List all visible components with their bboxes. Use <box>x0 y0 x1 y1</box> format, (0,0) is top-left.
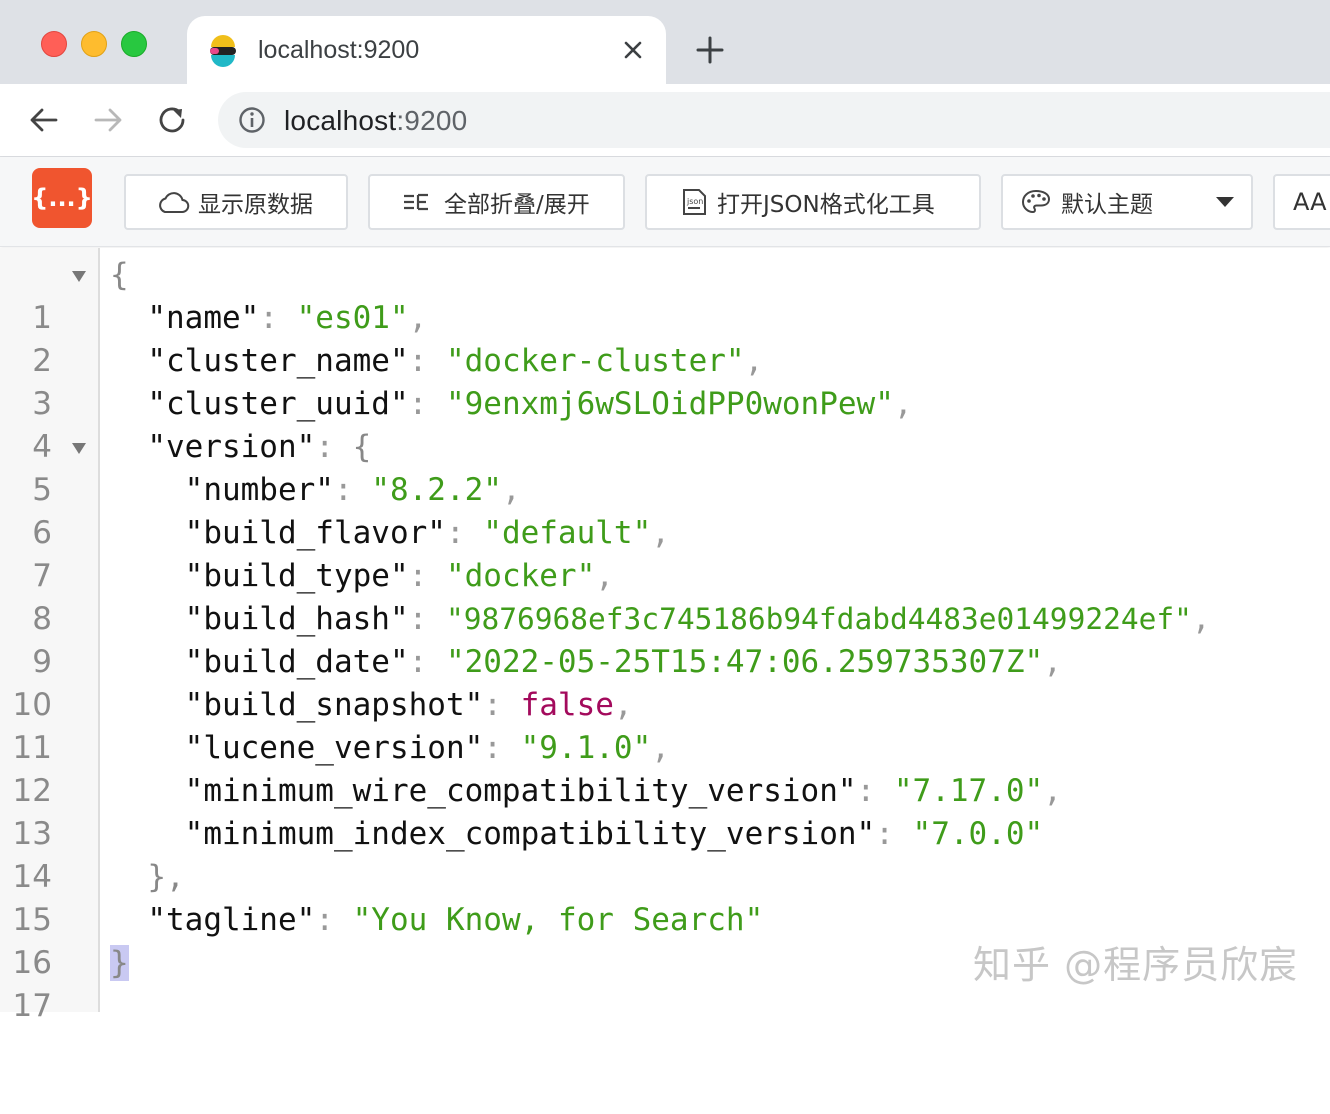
line-number: 17 <box>12 988 52 1024</box>
json-key: "build_flavor" <box>184 515 446 551</box>
watermark: 知乎 @程序员欣宸 <box>973 943 1299 987</box>
code-line: 5 "version": { <box>0 426 1330 508</box>
window-close-button[interactable] <box>41 31 67 57</box>
close-brace: }, <box>147 859 185 895</box>
tab-title: localhost:9200 <box>258 36 420 64</box>
json-code-view: 1 { 2 "name": "es01", 3 "cluster_name": … <box>0 248 1330 1024</box>
font-size-button[interactable]: AA <box>1273 174 1330 230</box>
json-viewer-logo[interactable]: {...} <box>31 168 93 228</box>
show-raw-label: 显示原数据 <box>198 192 313 218</box>
json-string: "9enxmj6wSLOidPP0wonPew" <box>445 386 894 422</box>
code-line: 1 { <box>0 254 1330 336</box>
info-icon[interactable] <box>238 106 266 134</box>
collapse-expand-label: 全部折叠/展开 <box>444 192 590 218</box>
json-string: "docker-cluster" <box>445 343 745 379</box>
json-key: "name" <box>147 300 260 336</box>
window-minimize-button[interactable] <box>81 31 107 57</box>
url-host: localhost <box>284 105 397 136</box>
font-size-icon: AA <box>1293 188 1327 216</box>
palette-icon <box>1021 189 1051 214</box>
json-string: "7.0.0" <box>912 816 1044 852</box>
json-string: "es01" <box>296 300 409 336</box>
code-line: 8 "build_type": "docker", <box>0 555 1330 637</box>
close-brace: } <box>110 945 129 981</box>
url-port: :9200 <box>396 105 468 136</box>
json-key: "lucene_version" <box>184 730 484 766</box>
code-line: 9 "build_hash": "9876968ef3c745186b94fda… <box>0 598 1330 680</box>
json-boolean: false <box>520 687 614 723</box>
caret-down-icon <box>1216 197 1234 207</box>
fold-toggle-icon[interactable] <box>72 271 86 282</box>
code-line: 4 "cluster_uuid": "9enxmj6wSLOidPP0wonPe… <box>0 383 1330 465</box>
json-string: "7.17.0" <box>893 773 1044 809</box>
json-string: "docker" <box>445 558 596 594</box>
json-key: "build_snapshot" <box>184 687 484 723</box>
code-line: 13 "minimum_wire_compatibility_version":… <box>0 770 1330 852</box>
open-json-tool-button[interactable]: json 打开JSON格式化工具 <box>645 174 981 230</box>
json-key: "minimum_index_compatibility_version" <box>184 816 876 852</box>
code-line: 6 "number": "8.2.2", <box>0 469 1330 551</box>
json-string: "8.2.2" <box>371 472 502 508</box>
json-string: "default" <box>483 515 652 551</box>
svg-text:json: json <box>686 197 703 206</box>
theme-select[interactable]: 默认主题 <box>1001 174 1253 230</box>
json-key: "tagline" <box>147 902 316 938</box>
code-line: 10 "build_date": "2022-05-25T15:47:06.25… <box>0 641 1330 723</box>
cloud-icon <box>159 192 190 213</box>
open-json-tool-label: 打开JSON格式化工具 <box>717 192 935 218</box>
json-string: "9.1.0" <box>520 730 652 766</box>
json-key: "cluster_uuid" <box>147 386 409 422</box>
code-line: 2 "name": "es01", <box>0 297 1330 379</box>
show-raw-button[interactable]: 显示原数据 <box>124 174 348 230</box>
json-viewer-toolbar: {...} 显示原数据 全部折叠/展开 json 打开JSON格式化工具 默认主… <box>0 157 1330 247</box>
reload-icon[interactable] <box>154 102 190 138</box>
url-text: localhost:9200 <box>284 105 467 137</box>
collapse-expand-all-button[interactable]: 全部折叠/展开 <box>368 174 625 230</box>
plus-icon[interactable] <box>695 35 725 65</box>
code-line: 3 "cluster_name": "docker-cluster", <box>0 340 1330 422</box>
json-key: "build_date" <box>184 644 409 680</box>
code-line: 7 "build_flavor": "default", <box>0 512 1330 594</box>
window-maximize-button[interactable] <box>121 31 147 57</box>
fold-toggle-icon[interactable] <box>72 443 86 454</box>
close-icon[interactable] <box>621 38 645 62</box>
address-bar[interactable]: localhost:9200 <box>218 92 1330 148</box>
browser-tab[interactable]: localhost:9200 <box>187 16 666 84</box>
json-key: "build_type" <box>184 558 409 594</box>
arrow-right-icon[interactable] <box>90 102 126 138</box>
theme-select-label: 默认主题 <box>1061 192 1153 218</box>
json-key: "version" <box>147 429 316 465</box>
code-line: 14 "minimum_index_compatibility_version"… <box>0 813 1330 895</box>
arrow-left-icon[interactable] <box>26 102 62 138</box>
code-line: 15 }, <box>0 856 1330 938</box>
json-string: "9876968ef3c745186b94fdabd4483e01499224e… <box>445 602 1192 636</box>
collapse-list-icon <box>404 193 428 211</box>
json-key: "cluster_name" <box>147 343 409 379</box>
json-file-icon: json <box>683 189 706 215</box>
code-line: 12 "lucene_version": "9.1.0", <box>0 727 1330 809</box>
json-key: "number" <box>184 472 334 508</box>
json-string: "2022-05-25T15:47:06.259735307Z" <box>445 644 1044 680</box>
elastic-logo-icon <box>210 35 236 67</box>
open-brace: { <box>110 257 129 293</box>
json-key: "build_hash" <box>184 601 409 637</box>
json-string: "You Know, for Search" <box>352 902 764 938</box>
browser-toolbar: localhost:9200 <box>0 84 1330 156</box>
json-key: "minimum_wire_compatibility_version" <box>184 773 857 809</box>
tab-strip: localhost:9200 <box>0 0 1330 84</box>
code-line: 11 "build_snapshot": false, <box>0 684 1330 766</box>
